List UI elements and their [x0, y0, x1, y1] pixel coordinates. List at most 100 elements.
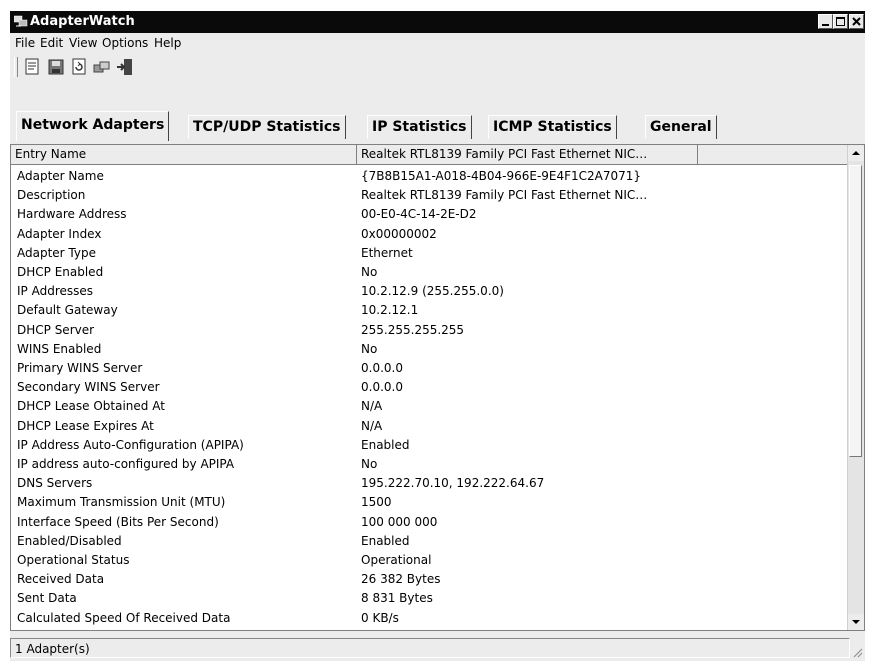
properties-icon: [25, 58, 39, 75]
table-row[interactable]: DHCP Enabled No: [11, 263, 851, 282]
table-row[interactable]: DHCP Lease Obtained At N/A: [11, 397, 851, 416]
entry-name-cell: Enabled/Disabled: [17, 533, 122, 548]
entry-value-cell: 1500: [361, 495, 392, 510]
table-row[interactable]: Adapter Type Ethernet: [11, 244, 851, 263]
scroll-down-button[interactable]: [848, 614, 864, 630]
menu-help[interactable]: Help: [154, 36, 181, 50]
tab-icmp-statistics[interactable]: ICMP Statistics: [488, 115, 617, 139]
entry-name-cell: Adapter Name: [17, 169, 104, 183]
maximize-icon: [836, 17, 845, 26]
entry-value-cell: 0.0.0.0: [361, 361, 403, 375]
menu-bar: File Edit View Options Help: [10, 33, 865, 53]
save-icon: [48, 59, 64, 75]
entry-name-cell: IP address auto-configured by APIPA: [17, 457, 235, 471]
properties-button[interactable]: [22, 57, 42, 77]
table-row[interactable]: IP Address Auto-Configuration (APIPA) Ena…: [11, 436, 851, 455]
entry-name-cell: Received Data: [17, 572, 105, 587]
table-row[interactable]: Operational Status Operational: [11, 551, 851, 570]
table-row[interactable]: Enabled/Disabled Enabled: [11, 532, 851, 551]
vertical-scrollbar[interactable]: [847, 145, 864, 630]
entry-name-cell: Primary WINS Server: [17, 361, 143, 375]
adapter-properties-list[interactable]: Entry Name Realtek RTL8139 Family PCI Fa…: [10, 144, 865, 631]
resize-grip-icon[interactable]: [851, 646, 863, 658]
close-icon: [852, 17, 861, 26]
table-row[interactable]: DNS Servers 195.222.70.10, 192.222.64.67: [11, 474, 851, 493]
table-row[interactable]: Sent Data 8 831 Bytes: [11, 589, 851, 608]
entry-name-cell: WINS Enabled: [17, 341, 102, 356]
menu-file[interactable]: File: [15, 36, 35, 50]
entry-name-cell: Description: [17, 188, 86, 203]
entry-name-cell: DHCP Lease Expires At: [17, 418, 154, 433]
entry-name-cell: Maximum Transmission Unit (MTU): [17, 495, 226, 510]
toolbar: [10, 53, 865, 81]
entry-name-cell: IP Address Auto-Configuration (APIPA): [17, 437, 244, 452]
table-row[interactable]: Adapter Name {7B8B15A1-A018-4B04-966E-9E4…: [11, 167, 851, 186]
entry-value-cell: {7B8B15A1-A018-4B04-966E-9E4F1C2A7071}: [361, 169, 642, 183]
menu-edit[interactable]: Edit: [40, 36, 63, 50]
entry-value-cell: 100 000 000: [361, 514, 438, 529]
table-row[interactable]: Calculated Speed Of Received Data 0 KB/s: [11, 609, 851, 628]
tab-ip-statistics[interactable]: IP Statistics: [367, 115, 472, 139]
menu-options[interactable]: Options: [102, 36, 148, 50]
entry-name-cell: Sent Data: [17, 591, 77, 606]
entry-value-cell: Realtek RTL8139 Family PCI Fast Ethernet…: [361, 188, 648, 203]
entry-value-cell: 00-E0-4C-14-2E-D2: [361, 207, 477, 222]
scrollbar-thumb[interactable]: [849, 165, 862, 457]
entry-value-cell: 0.0.0.0: [361, 380, 403, 395]
entry-name-cell: Operational Status: [17, 553, 130, 567]
column-header-blank[interactable]: [698, 145, 850, 165]
table-row[interactable]: Maximum Transmission Unit (MTU) 1500: [11, 493, 851, 512]
entry-value-cell: N/A: [361, 418, 383, 433]
menu-view[interactable]: View: [69, 36, 97, 50]
table-row[interactable]: Secondary WINS Server 0.0.0.0: [11, 378, 851, 397]
save-button[interactable]: [46, 57, 66, 77]
entry-value-cell: 26 382 Bytes: [361, 572, 441, 587]
table-row[interactable]: Interface Speed (Bits Per Second) 100 000…: [11, 513, 851, 532]
scroll-up-button[interactable]: [848, 145, 864, 161]
table-row[interactable]: Received Data 26 382 Bytes: [11, 570, 851, 589]
entry-value-cell: 10.2.12.1: [361, 303, 419, 318]
entry-value-cell: No: [361, 265, 378, 279]
exit-button[interactable]: [115, 57, 135, 77]
window-title: AdapterWatch: [30, 14, 135, 29]
tab-strip: Network Adapters TCP/UDP Statistics IP S…: [10, 83, 865, 153]
entry-value-cell: N/A: [361, 399, 383, 414]
entry-value-cell: Operational: [361, 553, 432, 567]
close-button[interactable]: [849, 14, 864, 29]
entry-value-cell: 255.255.255.255: [361, 322, 465, 337]
tab-tcp-udp-statistics[interactable]: TCP/UDP Statistics: [188, 115, 346, 139]
minimize-icon: [822, 24, 829, 26]
table-row[interactable]: Primary WINS Server 0.0.0.0: [11, 359, 851, 378]
app-icon: [14, 15, 28, 27]
table-row[interactable]: IP Addresses 10.2.12.9 (255.255.0.0): [11, 282, 851, 301]
entry-name-cell: IP Addresses: [17, 284, 94, 299]
entry-name-cell: DHCP Server: [17, 322, 95, 337]
column-header-entry-name[interactable]: Entry Name: [11, 145, 357, 165]
table-row[interactable]: WINS Enabled No: [11, 340, 851, 359]
column-header-adapter[interactable]: Realtek RTL8139 Family PCI Fast Ethernet…: [357, 145, 698, 165]
tab-network-adapters[interactable]: Network Adapters: [16, 111, 170, 141]
table-row[interactable]: DHCP Server 255.255.255.255: [11, 321, 851, 340]
copy-button[interactable]: [92, 57, 112, 77]
tab-general[interactable]: General: [645, 115, 717, 139]
table-row[interactable]: Description Realtek RTL8139 Family PCI Fa…: [11, 186, 851, 205]
entry-value-cell: 195.222.70.10, 192.222.64.67: [361, 476, 545, 491]
arrow-up-icon: [852, 151, 860, 155]
toolbar-grip[interactable]: [14, 57, 18, 77]
title-bar[interactable]: AdapterWatch: [10, 11, 865, 33]
copy-icon: [93, 61, 110, 73]
entry-name-cell: Default Gateway: [17, 303, 118, 318]
minimize-button[interactable]: [818, 14, 833, 29]
refresh-icon: [72, 58, 86, 75]
entry-value-cell: 0x00000002: [361, 226, 437, 241]
refresh-button[interactable]: [69, 57, 89, 77]
table-row[interactable]: Default Gateway 10.2.12.1: [11, 301, 851, 320]
maximize-button[interactable]: [833, 14, 848, 29]
table-row[interactable]: Adapter Index 0x00000002: [11, 225, 851, 244]
table-row[interactable]: IP address auto-configured by APIPA No: [11, 455, 851, 474]
entry-name-cell: Adapter Index: [17, 226, 102, 241]
entry-name-cell: Adapter Type: [17, 245, 96, 260]
table-row[interactable]: Hardware Address 00-E0-4C-14-2E-D2: [11, 205, 851, 224]
entry-value-cell: No: [361, 341, 378, 356]
table-row[interactable]: DHCP Lease Expires At N/A: [11, 417, 851, 436]
